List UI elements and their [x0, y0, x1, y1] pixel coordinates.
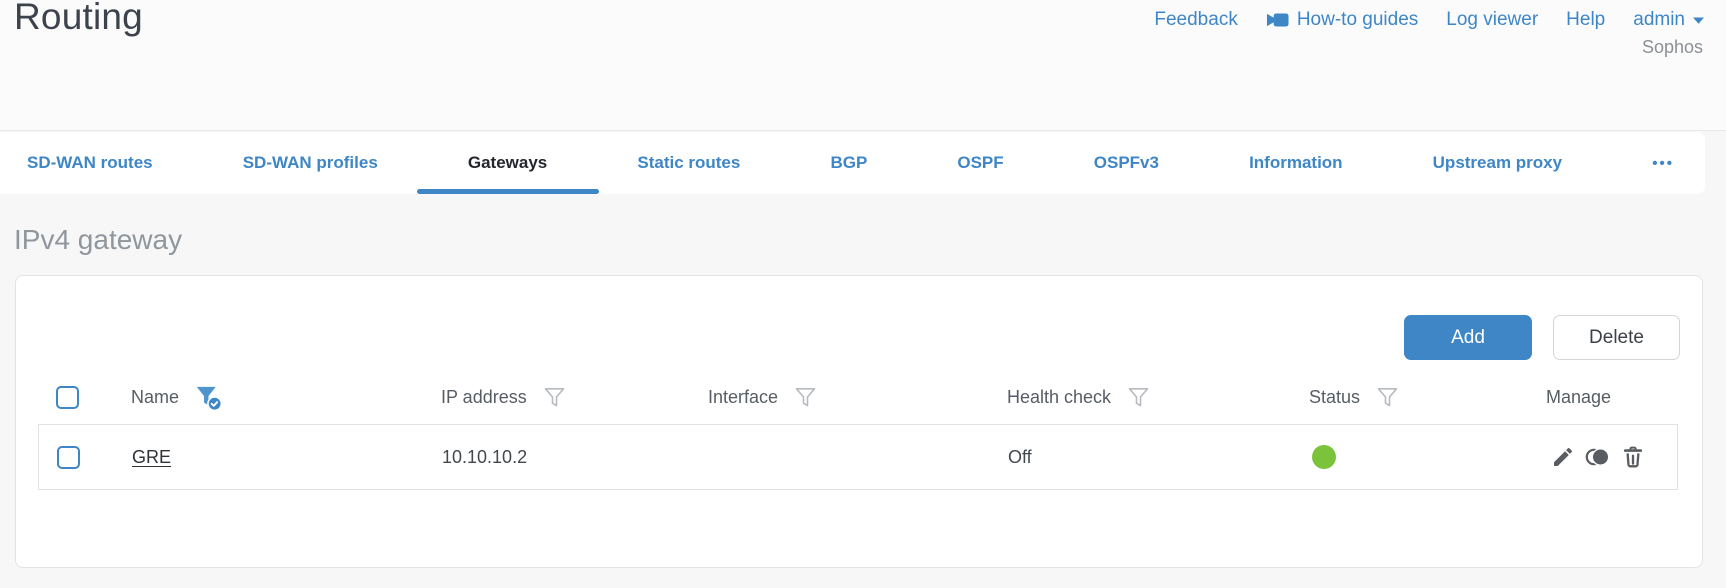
- table-body: GRE 10.10.10.2 Off: [38, 424, 1678, 490]
- caret-down-icon: [1693, 17, 1704, 24]
- header: Routing Feedback How-to guides Log viewe…: [0, 0, 1726, 131]
- tab-static-routes[interactable]: Static routes: [637, 132, 740, 194]
- log-viewer-link[interactable]: Log viewer: [1446, 9, 1538, 31]
- add-button[interactable]: Add: [1404, 315, 1532, 360]
- tab-bgp[interactable]: BGP: [830, 132, 867, 194]
- column-header-ip: IP address: [441, 387, 527, 407]
- clone-icon[interactable]: [1584, 443, 1612, 471]
- help-link[interactable]: Help: [1566, 9, 1605, 31]
- delete-button[interactable]: Delete: [1553, 315, 1680, 360]
- manage-actions: [1549, 425, 1647, 489]
- tab-information[interactable]: Information: [1249, 132, 1343, 194]
- top-nav: Feedback How-to guides Log viewer Help a…: [1154, 9, 1704, 31]
- tab-overflow-menu[interactable]: •••: [1652, 132, 1674, 194]
- tab-bar: SD-WAN routes SD-WAN profiles Gateways S…: [0, 132, 1705, 194]
- column-header-status: Status: [1309, 387, 1361, 407]
- admin-menu[interactable]: admin: [1633, 9, 1704, 31]
- filter-icon-status[interactable]: [1375, 386, 1400, 410]
- filter-icon-health-check[interactable]: [1126, 386, 1151, 410]
- feedback-link[interactable]: Feedback: [1154, 9, 1237, 31]
- row-checkbox[interactable]: [57, 445, 80, 469]
- gateway-ip-cell: 10.10.10.2: [442, 446, 528, 467]
- column-header-name: Name: [131, 387, 180, 407]
- tab-gateways[interactable]: Gateways: [468, 132, 547, 194]
- select-all-checkbox[interactable]: [56, 386, 79, 409]
- gateway-table-card: Add Delete Name IP address Interface Hea…: [15, 275, 1703, 568]
- tab-ospf[interactable]: OSPF: [957, 132, 1003, 194]
- tab-ospfv3[interactable]: OSPFv3: [1094, 132, 1159, 194]
- column-header-health-check: Health check: [1007, 387, 1112, 407]
- delete-icon[interactable]: [1619, 443, 1647, 471]
- vendor-label: Sophos: [1641, 37, 1703, 57]
- column-header-manage: Manage: [1546, 387, 1612, 407]
- filter-icon-name-active[interactable]: [194, 384, 223, 411]
- tab-sdwan-routes[interactable]: SD-WAN routes: [27, 132, 153, 194]
- table-row: GRE 10.10.10.2 Off: [39, 425, 1677, 489]
- tab-sdwan-profiles[interactable]: SD-WAN profiles: [243, 132, 378, 194]
- tab-upstream-proxy[interactable]: Upstream proxy: [1433, 132, 1562, 194]
- video-camera-icon: [1266, 12, 1289, 28]
- filter-icon-ip[interactable]: [542, 386, 567, 410]
- section-heading: IPv4 gateway: [14, 224, 183, 255]
- page-title: Routing: [14, 0, 143, 37]
- status-dot: [1312, 445, 1336, 469]
- howto-guides-link[interactable]: How-to guides: [1266, 9, 1418, 31]
- gateway-health-cell: Off: [1008, 446, 1032, 467]
- column-header-interface: Interface: [708, 387, 779, 407]
- edit-icon[interactable]: [1549, 443, 1577, 471]
- gateway-name-link[interactable]: GRE: [132, 447, 171, 468]
- table-header: Name IP address Interface Health check S…: [16, 371, 1702, 424]
- filter-icon-interface[interactable]: [793, 386, 818, 410]
